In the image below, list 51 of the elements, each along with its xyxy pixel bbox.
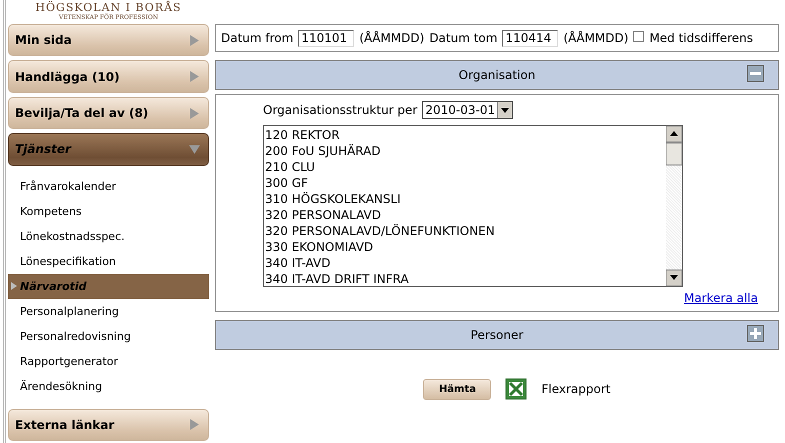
expand-triangle-icon [189, 419, 200, 430]
menu-section[interactable]: Handlägga (10) [8, 60, 209, 93]
menu-item[interactable]: Lönekostnadsspec. [8, 224, 209, 249]
list-option[interactable]: 210 CLU [265, 159, 666, 175]
list-option[interactable]: 320 PERSONALAVD/LÖNEFUNKTIONEN [265, 223, 666, 239]
date-format-hint: (ÅÅMMDD) [359, 31, 424, 45]
menu-section[interactable]: Min sida [8, 24, 209, 56]
list-option[interactable]: 320 PERSONALAVD [265, 207, 666, 223]
section-header[interactable]: Personer [215, 320, 779, 350]
date-from-field[interactable]: 110101 [298, 30, 354, 46]
collapse-triangle-icon [189, 144, 200, 155]
expand-triangle-icon [189, 34, 200, 46]
expand-icon[interactable] [747, 325, 764, 342]
menu-item[interactable]: Personalplanering [8, 298, 209, 324]
checkbox[interactable] [633, 31, 644, 42]
fetch-button[interactable]: Hämta [423, 378, 492, 400]
spreadsheet-icon[interactable] [505, 378, 528, 400]
pointer-triangle-icon [10, 282, 18, 290]
checkbox-label: Med tidsdifferens [649, 31, 754, 45]
date-from-label: Datum from [221, 31, 294, 45]
menu-item[interactable]: Frånvarokalender [8, 174, 209, 199]
section-title: Personer [470, 328, 524, 342]
list-option[interactable]: 340 IT-AVD DRIFT INFRA [265, 271, 666, 286]
logo-name: HÖGSKOLAN I BORÅS [35, 1, 182, 14]
menu-section[interactable]: Externa länkar [8, 408, 209, 442]
section-header[interactable]: Organisation [215, 60, 779, 90]
date-to-field[interactable]: 110414 [502, 30, 558, 46]
structure-label: Organisationsstruktur per [263, 103, 418, 117]
date-format-hint: (ÅÅMMDD) [563, 31, 628, 45]
scrollbar[interactable] [666, 126, 682, 286]
collapse-icon[interactable] [747, 65, 764, 82]
expand-triangle-icon [189, 71, 200, 82]
list-option[interactable]: 340 IT-AVD [265, 255, 666, 271]
expand-triangle-icon [189, 108, 200, 119]
menu-item[interactable]: Kompetens [8, 198, 209, 224]
section-title: Organisation [458, 68, 536, 82]
menu-item[interactable]: Personalredovisning [8, 324, 209, 349]
list-option[interactable]: 330 EKONOMIAVD [265, 239, 666, 255]
list-option[interactable]: 120 REKTOR [265, 127, 666, 143]
date-to-label: Datum tom [429, 31, 498, 45]
menu-item[interactable]: Rapportgenerator [8, 348, 209, 374]
menu-item[interactable]: Ärendesökning [8, 374, 209, 399]
select-all-link[interactable]: Markera alla [684, 291, 758, 305]
list-option[interactable]: 310 HÖGSKOLEKANSLI [265, 191, 666, 207]
date-dropdown[interactable]: 2010-03-01 [422, 101, 514, 119]
report-label: Flexrapport [541, 382, 610, 396]
list-option[interactable]: 200 FoU SJUHÄRAD [265, 143, 666, 159]
list-option[interactable]: 300 GF [265, 175, 666, 191]
menu-section[interactable]: Bevilja/Ta del av (8) [8, 96, 209, 130]
menu-item[interactable]: Lönespecifikation [8, 248, 209, 274]
menu-item[interactable]: Närvarotid [8, 274, 209, 299]
